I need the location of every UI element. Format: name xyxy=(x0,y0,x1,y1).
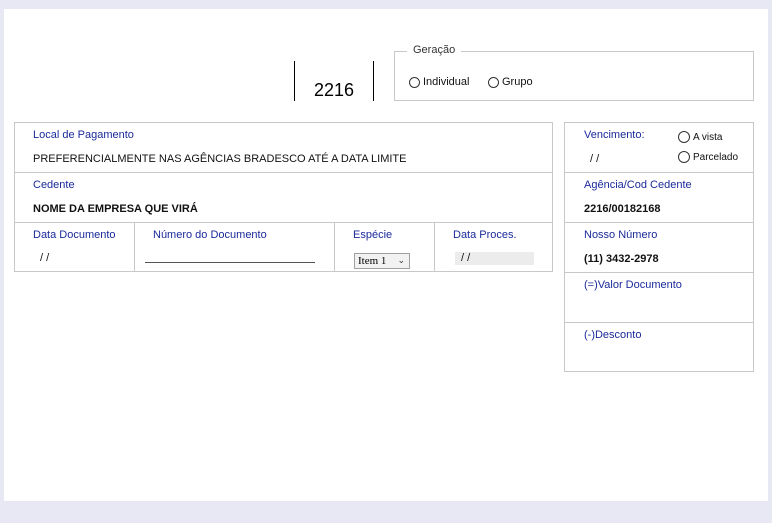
especie-select[interactable]: Item 1 ⌄ xyxy=(354,253,410,269)
chevron-down-icon: ⌄ xyxy=(397,255,405,265)
valor-documento-label: (=)Valor Documento xyxy=(584,279,682,291)
local-pagamento-cell: Local de Pagamento PREFERENCIALMENTE NAS… xyxy=(14,122,553,173)
numero-documento-cell: Número do Documento xyxy=(134,222,335,272)
especie-cell: Espécie Item 1 ⌄ xyxy=(334,222,435,272)
radio-parcelado[interactable]: Parcelado xyxy=(678,151,738,163)
local-pagamento-label: Local de Pagamento xyxy=(33,129,134,141)
bank-code-box: 2216 xyxy=(294,61,374,101)
agencia-cell: Agência/Cod Cedente 2216/00182168 xyxy=(564,172,754,223)
bank-code: 2216 xyxy=(313,80,355,100)
radio-a-vista[interactable]: A vista xyxy=(678,131,722,143)
nosso-numero-value: (11) 3432-2978 xyxy=(584,253,659,265)
local-pagamento-value: PREFERENCIALMENTE NAS AGÊNCIAS BRADESCO … xyxy=(33,153,407,165)
cedente-cell: Cedente NOME DA EMPRESA QUE VIRÁ xyxy=(14,172,553,223)
form-frame: 2216 Geração Individual Grupo Local de P… xyxy=(4,9,768,501)
cedente-value: NOME DA EMPRESA QUE VIRÁ xyxy=(33,203,198,215)
radio-parcelado-label: Parcelado xyxy=(693,151,739,163)
desconto-label: (-)Desconto xyxy=(584,329,642,341)
agencia-value: 2216/00182168 xyxy=(584,203,661,215)
vencimento-input[interactable]: / / xyxy=(590,153,599,165)
data-proces-label: Data Proces. xyxy=(453,229,517,241)
radio-grupo-label: Grupo xyxy=(502,76,533,88)
vencimento-cell: Vencimento: / / A vista Parcelado xyxy=(564,122,754,173)
data-documento-input[interactable]: / / xyxy=(40,252,49,264)
radio-circle-icon[interactable] xyxy=(409,76,420,88)
nosso-numero-cell: Nosso Número (11) 3432-2978 xyxy=(564,222,754,273)
especie-label: Espécie xyxy=(353,229,393,241)
data-proces-cell: Data Proces. / / xyxy=(434,222,553,272)
vencimento-label: Vencimento: xyxy=(584,129,645,141)
radio-circle-icon[interactable] xyxy=(678,151,690,163)
radio-circle-icon[interactable] xyxy=(678,131,690,143)
geracao-group: Geração Individual Grupo xyxy=(394,44,754,101)
radio-circle-icon[interactable] xyxy=(488,76,499,88)
radio-individual[interactable]: Individual xyxy=(409,76,469,88)
radio-individual-label: Individual xyxy=(423,76,470,88)
especie-selected-value: Item 1 xyxy=(358,255,387,267)
radio-grupo[interactable]: Grupo xyxy=(488,76,533,88)
desconto-cell: (-)Desconto xyxy=(564,322,754,372)
numero-documento-label: Número do Documento xyxy=(153,229,267,241)
data-proces-value: / / xyxy=(461,252,471,264)
radio-a-vista-label: A vista xyxy=(693,131,723,143)
data-documento-cell: Data Documento / / xyxy=(14,222,135,272)
nosso-numero-label: Nosso Número xyxy=(584,229,658,241)
numero-documento-input[interactable] xyxy=(145,261,315,263)
valor-documento-cell: (=)Valor Documento xyxy=(564,272,754,323)
geracao-legend: Geração xyxy=(407,44,462,56)
cedente-label: Cedente xyxy=(33,179,75,191)
data-documento-label: Data Documento xyxy=(33,229,116,241)
agencia-label: Agência/Cod Cedente xyxy=(584,179,692,191)
